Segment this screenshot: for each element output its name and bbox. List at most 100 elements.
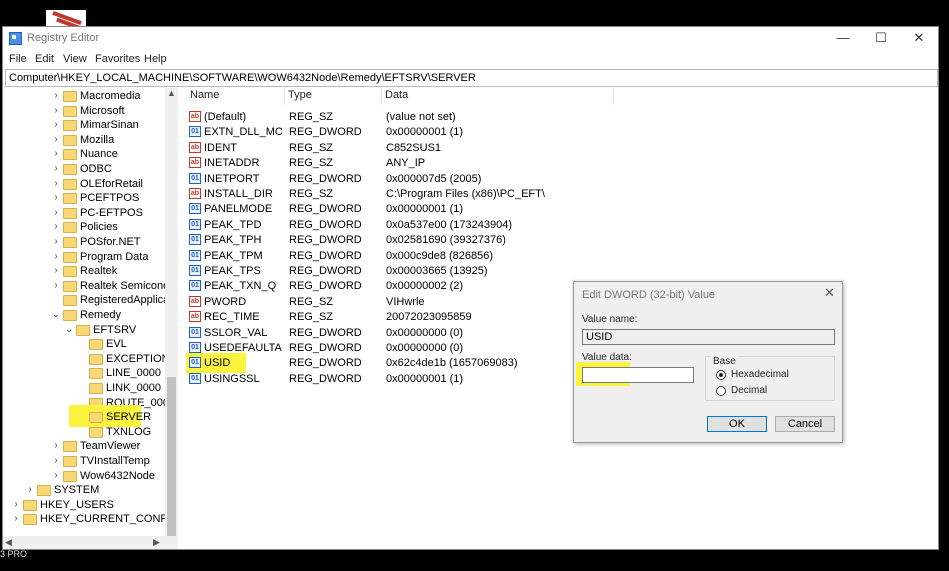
folder-icon — [89, 353, 103, 365]
chevron-right-icon[interactable]: › — [51, 134, 61, 145]
chevron-right-icon[interactable]: › — [51, 163, 61, 174]
tree-item-label: Remedy — [80, 309, 121, 321]
value-row[interactable]: 01 PEAK_TPS REG_DWORD 0x00003665 (13925) — [184, 264, 938, 279]
chevron-right-icon[interactable]: › — [51, 119, 61, 130]
value-name: PEAK_TPM — [204, 249, 263, 262]
chevron-down-icon[interactable]: ⌄ — [51, 309, 61, 320]
value-type: REG_DWORD — [289, 372, 362, 385]
value-name: PEAK_TPD — [204, 218, 262, 231]
value-name-label: Value name: — [582, 314, 638, 325]
value-name-field[interactable]: USID — [582, 329, 835, 345]
folder-icon — [63, 237, 77, 248]
menu-help[interactable]: Help — [144, 53, 167, 65]
chevron-right-icon[interactable]: › — [51, 221, 61, 232]
close-button[interactable]: ✕ — [900, 27, 938, 51]
column-header-data[interactable]: Data — [382, 89, 614, 105]
value-data: 0x00000001 (1) — [386, 372, 464, 385]
tree-item-label: OLEforRetail — [80, 177, 143, 190]
menu-view[interactable]: View — [63, 53, 87, 65]
chevron-right-icon[interactable]: › — [51, 148, 61, 159]
scroll-left-icon[interactable]: ◀ — [5, 537, 12, 548]
value-data-input[interactable] — [582, 367, 694, 383]
tree-item-label: LINE_0000 — [106, 367, 162, 380]
string-value-icon: ab — [189, 295, 201, 307]
value-row[interactable]: 01 PEAK_TPM REG_DWORD 0x000c9de8 (826856) — [184, 249, 938, 264]
folder-icon — [63, 456, 77, 467]
tree-item[interactable]: SERVER — [69, 405, 151, 428]
binary-value-icon: 01 — [189, 249, 201, 261]
minimize-button[interactable]: — — [824, 27, 862, 51]
value-type: REG_SZ — [289, 111, 334, 123]
value-row[interactable]: ab IDENT REG_SZ C852SUS1 — [184, 141, 938, 156]
chevron-right-icon[interactable]: › — [51, 192, 61, 203]
value-row[interactable]: 01 PEAK_TPD REG_DWORD 0x0a537e00 (173243904… — [184, 218, 938, 233]
menu-file[interactable]: File — [9, 53, 27, 65]
tree-scroll-thumb[interactable] — [167, 377, 176, 545]
chevron-right-icon[interactable]: › — [51, 280, 61, 291]
value-row[interactable]: 01 INETPORT REG_DWORD 0x000007d5 (2005) — [184, 172, 938, 187]
folder-icon — [63, 310, 77, 321]
registry-tree[interactable]: › Macromedia › Microsoft › MimarSinan › Mozilla… — [3, 88, 178, 538]
value-name: PEAK_TPS — [204, 265, 261, 277]
value-row[interactable]: ab (Default) REG_SZ (value not set) — [184, 110, 938, 125]
value-name: PWORD — [204, 295, 247, 308]
dialog-close-icon[interactable]: ✕ — [824, 285, 835, 301]
folder-icon — [63, 120, 77, 132]
chevron-right-icon[interactable]: › — [51, 90, 61, 101]
value-type: REG_DWORD — [289, 280, 362, 293]
value-row[interactable]: ab INSTALL_DIR REG_SZ C:\Program Files (x86… — [184, 187, 938, 202]
base-group: Base Hexadecimal Decimal — [705, 356, 835, 401]
scroll-up-icon[interactable]: ▲ — [167, 88, 176, 98]
binary-value-icon: 01 — [189, 203, 201, 215]
folder-icon — [63, 280, 77, 292]
string-value-icon: ab — [189, 188, 201, 199]
string-value-icon: ab — [189, 157, 201, 169]
chevron-right-icon[interactable]: › — [51, 470, 61, 481]
chevron-right-icon[interactable]: › — [51, 440, 61, 451]
value-row[interactable]: 01EXTN_DLL_MODE REG_DWORD 0x00000001 (1) — [184, 125, 938, 140]
chevron-right-icon[interactable]: › — [51, 207, 61, 218]
chevron-right-icon[interactable]: › — [11, 513, 21, 524]
ok-button[interactable]: OK — [707, 416, 767, 432]
value-type: REG_SZ — [289, 311, 334, 324]
value-name: USID — [204, 357, 231, 370]
scroll-right-icon[interactable]: ▶ — [153, 537, 160, 548]
column-header-type[interactable]: Type — [285, 89, 382, 105]
chevron-right-icon[interactable]: › — [11, 499, 21, 510]
chevron-right-icon[interactable]: › — [51, 236, 61, 247]
column-header-name[interactable]: Name — [187, 89, 285, 105]
hexadecimal-radio[interactable] — [716, 370, 726, 380]
chevron-right-icon[interactable]: › — [25, 484, 35, 495]
cancel-button[interactable]: Cancel — [775, 416, 835, 432]
window-title: Registry Editor — [27, 32, 100, 44]
chevron-down-icon[interactable]: ⌄ — [64, 324, 74, 335]
chevron-right-icon[interactable]: › — [51, 251, 61, 262]
maximize-button[interactable]: ☐ — [862, 27, 900, 51]
chevron-right-icon[interactable]: › — [51, 105, 61, 116]
value-name: PEAK_TPH — [204, 234, 262, 247]
folder-icon — [63, 251, 77, 263]
tree-item-label: PCEFTPOS — [80, 192, 140, 205]
tree-item-label: Program Data — [80, 250, 149, 263]
folder-icon — [63, 178, 77, 190]
value-data: C852SUS1 — [386, 141, 442, 154]
folder-icon — [89, 412, 103, 424]
folder-icon — [63, 441, 77, 453]
value-row[interactable]: ab INETADDR REG_SZ ANY_IP — [184, 156, 938, 171]
base-label: Base — [711, 356, 738, 367]
decimal-radio[interactable] — [716, 386, 726, 396]
menu-favorites[interactable]: Favorites — [95, 53, 140, 65]
value-name: SSLOR_VAL — [204, 326, 268, 339]
tree-horizontal-scrollbar[interactable]: ◀ ▶ — [3, 536, 178, 549]
value-row[interactable]: 01 PEAK_TPH REG_DWORD 0x02581690 (39327376) — [184, 233, 938, 248]
address-bar[interactable]: Computer\HKEY_LOCAL_MACHINE\SOFTWARE\WOW… — [5, 69, 938, 87]
value-data: 0x62c4de1b (1657069083) — [386, 357, 518, 370]
menu-edit[interactable]: Edit — [35, 53, 54, 65]
registry-editor-icon — [9, 32, 22, 45]
chevron-right-icon[interactable]: › — [51, 455, 61, 466]
value-type: REG_SZ — [289, 157, 334, 170]
chevron-right-icon[interactable]: › — [51, 265, 61, 276]
value-name: EXTN_DLL_MODE — [204, 126, 282, 139]
value-row[interactable]: 01 PANELMODE REG_DWORD 0x00000001 (1) — [184, 202, 938, 217]
chevron-right-icon[interactable]: › — [51, 178, 61, 189]
